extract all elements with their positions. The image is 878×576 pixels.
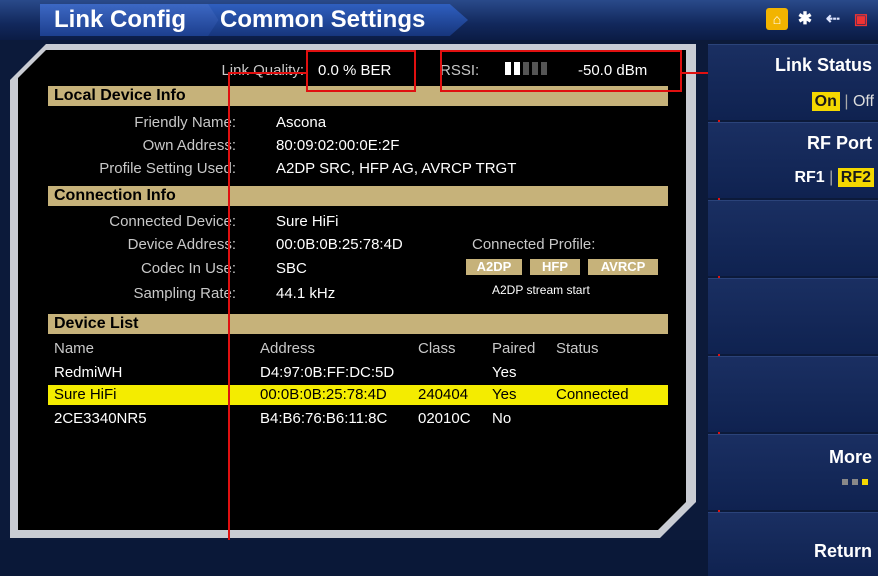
- device-address-label: Device Address:: [127, 236, 236, 253]
- device-list-header: Device List: [48, 314, 668, 334]
- sampling-rate-value: 44.1 kHz: [276, 285, 336, 302]
- annotation-line-left: [228, 72, 230, 576]
- softkey-blank-3: [708, 356, 878, 432]
- friendly-name-label: Friendly Name:: [134, 114, 236, 131]
- profile-badge-hfp: HFP: [530, 259, 580, 275]
- row-paired: No: [492, 410, 512, 427]
- row-address: 00:0B:0B:25:78:4D: [260, 386, 387, 403]
- annotation-line-top-left: [228, 72, 308, 74]
- connected-device-value: Sure HiFi: [276, 213, 339, 230]
- row-address: B4:B6:76:B6:11:8C: [260, 410, 388, 427]
- bottom-bar: [0, 540, 708, 576]
- row-name: RedmiWH: [54, 364, 123, 381]
- stream-status: A2DP stream start: [492, 283, 590, 297]
- home-icon[interactable]: ⌂: [766, 8, 788, 30]
- row-paired: Yes: [492, 364, 517, 381]
- rf1-option: RF1: [794, 169, 825, 186]
- softkey-blank-1: [708, 200, 878, 276]
- rf-port-title: RF Port: [807, 133, 872, 153]
- friendly-name-value: Ascona: [276, 114, 327, 131]
- row-name: 2CE3340NR5: [54, 410, 147, 427]
- row-paired: Yes: [492, 386, 517, 403]
- row-status: Connected: [556, 386, 629, 403]
- link-on-option: On: [811, 92, 840, 111]
- softkey-blank-2: [708, 278, 878, 354]
- own-address-label: Own Address:: [142, 137, 236, 154]
- row-address: D4:97:0B:FF:DC:5D: [260, 364, 395, 381]
- status-icons: ⌂ ✱ ⇠ ▣: [766, 8, 872, 30]
- softkey-panel: Link Status On | Off RF Port RF1 | RF2 M…: [708, 44, 878, 576]
- own-address-value: 80:09:02:00:0E:2F: [276, 137, 400, 154]
- device-address-value: 00:0B:0B:25:78:4D: [276, 236, 403, 253]
- dock-icon: ▣: [853, 11, 869, 28]
- profile-setting-value: A2DP SRC, HFP AG, AVRCP TRGT: [276, 160, 517, 177]
- rf-port-toggle: RF1 | RF2: [794, 168, 874, 187]
- profile-setting-label: Profile Setting Used:: [99, 160, 236, 177]
- link-status-title: Link Status: [774, 55, 872, 75]
- column-address: Address: [260, 340, 316, 357]
- link-off-option: Off: [852, 93, 874, 110]
- rf2-option: RF2: [837, 168, 874, 187]
- more-label: More: [828, 447, 872, 467]
- profile-badge-a2dp: A2DP: [466, 259, 522, 275]
- annotation-box-quality: [306, 50, 416, 92]
- link-status-softkey[interactable]: Link Status On | Off: [708, 44, 878, 120]
- connected-profile-title: Connected Profile:: [472, 236, 596, 253]
- column-class: Class: [418, 340, 456, 357]
- table-row-selected[interactable]: Sure HiFi 00:0B:0B:25:78:4D 240404 Yes C…: [48, 385, 668, 405]
- connected-device-label: Connected Device:: [109, 213, 236, 230]
- page-dots: [842, 479, 868, 485]
- column-name: Name: [54, 340, 95, 357]
- codec-label: Codec In Use:: [140, 260, 236, 277]
- codec-value: SBC: [276, 260, 307, 277]
- link-status-toggle: On | Off: [811, 92, 874, 111]
- rf-port-softkey[interactable]: RF Port RF1 | RF2: [708, 122, 878, 198]
- title-bar: Link Config Common Settings ⌂ ✱ ⇠ ▣: [0, 0, 878, 40]
- row-class: 240404: [418, 386, 469, 403]
- annotation-box-rssi: [440, 50, 682, 92]
- return-label: Return: [814, 541, 872, 561]
- column-status: Status: [556, 340, 599, 357]
- return-softkey[interactable]: Return: [708, 512, 878, 576]
- more-softkey[interactable]: More: [708, 434, 878, 510]
- row-class: 02010C: [418, 410, 471, 427]
- bluetooth-icon: ✱: [797, 9, 813, 28]
- column-paired: Paired: [492, 340, 536, 357]
- row-name: Sure HiFi: [54, 386, 117, 403]
- usb-icon: ⇠: [825, 9, 841, 28]
- profile-badge-avrcp: AVRCP: [588, 259, 658, 275]
- breadcrumb-link-config[interactable]: Link Config: [40, 4, 224, 36]
- connection-info-header: Connection Info: [48, 186, 668, 206]
- link-quality-label: Link Quality:: [221, 62, 304, 79]
- breadcrumb-common-settings[interactable]: Common Settings: [208, 4, 468, 36]
- sampling-rate-label: Sampling Rate:: [133, 285, 236, 302]
